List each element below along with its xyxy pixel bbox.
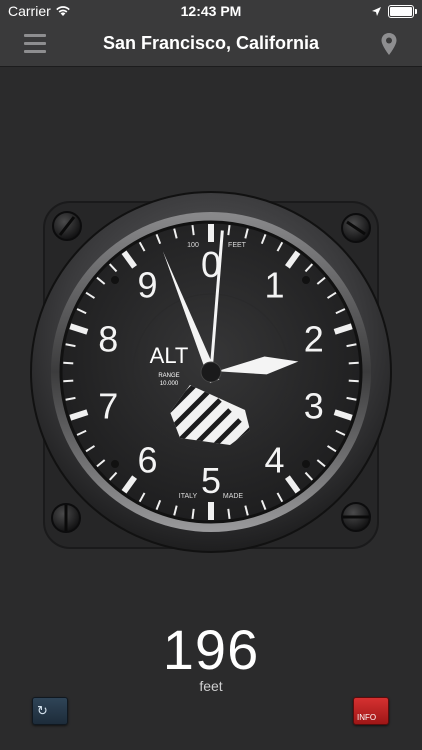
minor-tick <box>227 508 231 519</box>
dial-number-7: 7 <box>98 385 118 426</box>
minor-tick <box>63 361 74 365</box>
dial-number-4: 4 <box>264 439 284 480</box>
range-value: 10.000 <box>160 381 179 387</box>
altimeter-dial: 0123456789 100 FEET ITALY MADE ALT RANGE… <box>30 191 392 553</box>
scale-label-100: 100 <box>187 242 199 249</box>
altimeter-gauge: 0123456789 100 FEET ITALY MADE ALT RANGE… <box>0 180 422 570</box>
dial-number-6: 6 <box>138 439 158 480</box>
hand-hub <box>200 361 222 383</box>
minor-tick <box>63 379 74 383</box>
location-title: San Francisco, California <box>102 33 320 53</box>
scale-label-feet: FEET <box>228 242 247 249</box>
screw-top-left <box>52 211 82 241</box>
dial-screw <box>302 276 310 284</box>
range-label: RANGE <box>158 373 179 379</box>
maker-label-made: MADE <box>223 493 244 500</box>
status-bar: Carrier 12:43 PM <box>0 0 422 22</box>
dial-screw <box>111 460 119 468</box>
screw-bottom-right <box>341 502 371 532</box>
map-pin-icon[interactable] <box>380 32 398 61</box>
refresh-button[interactable]: ↻ <box>32 697 68 725</box>
screw-top-right <box>341 213 371 243</box>
dial-number-8: 8 <box>98 319 118 360</box>
minor-tick <box>348 361 359 365</box>
dial-screw <box>111 276 119 284</box>
dial-number-3: 3 <box>304 385 324 426</box>
dial-number-1: 1 <box>264 265 284 306</box>
altitude-value: 196 <box>162 618 260 681</box>
status-time: 12:43 PM <box>180 3 242 19</box>
dial-number-5: 5 <box>201 460 221 501</box>
dial-number-2: 2 <box>304 319 324 360</box>
info-button-label: INFO <box>357 713 377 722</box>
dial-number-9: 9 <box>138 265 158 306</box>
nav-bar: San Francisco, California <box>0 22 422 67</box>
minor-tick <box>191 225 195 236</box>
dial-screw <box>302 460 310 468</box>
minor-tick <box>227 225 231 236</box>
location-arrow-icon <box>371 4 382 20</box>
info-button[interactable]: INFO <box>353 697 389 725</box>
maker-label-italy: ITALY <box>179 493 198 500</box>
altitude-reading: 196 feet <box>0 618 422 695</box>
alt-label: ALT <box>150 343 189 368</box>
battery-icon <box>388 5 417 18</box>
altitude-unit: feet <box>199 678 223 694</box>
refresh-icon: ↻ <box>37 703 48 718</box>
screw-bottom-left <box>51 503 81 533</box>
minor-tick <box>348 379 359 383</box>
minor-tick <box>191 508 195 519</box>
